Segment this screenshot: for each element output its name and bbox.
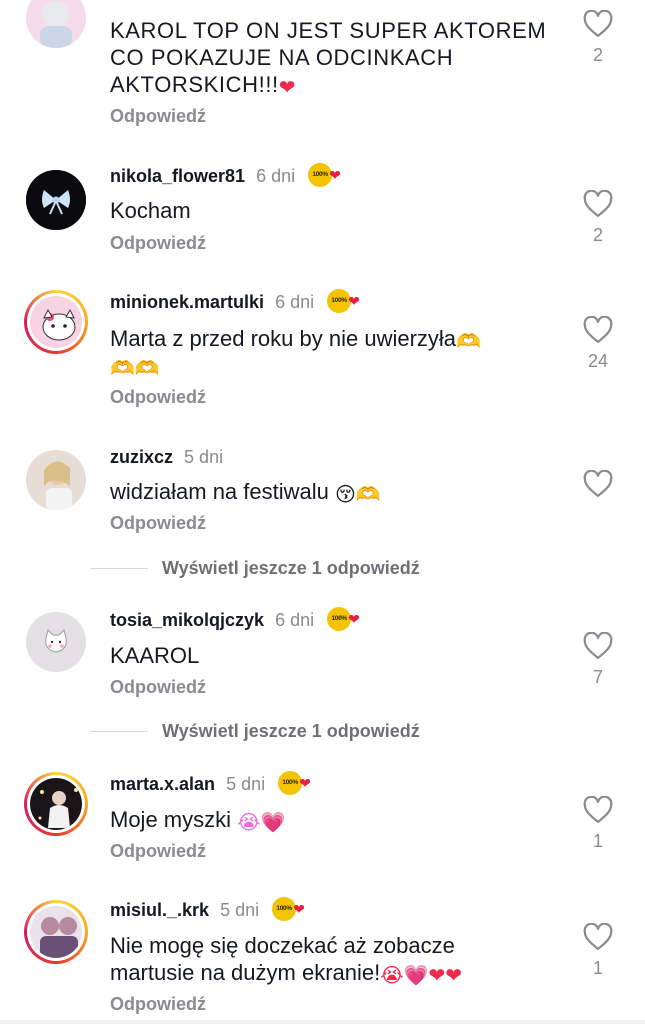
like-count: 1	[592, 831, 603, 851]
avatar[interactable]	[24, 772, 88, 836]
divider	[90, 731, 148, 732]
avatar[interactable]	[26, 450, 86, 510]
like-button[interactable]: 24	[578, 316, 618, 372]
comment-text: widziałam na festiwalu 😚🫶	[110, 479, 381, 506]
comment-meta	[110, 0, 116, 8]
comment-text: KAROL TOP ON JEST SUPER AKTOREM CO POKAZ…	[110, 18, 547, 99]
like-button[interactable]: 2	[578, 10, 618, 66]
bottom-edge	[0, 1020, 645, 1024]
timestamp: 6 dni	[275, 610, 315, 630]
avatar[interactable]	[26, 170, 86, 230]
reply-button[interactable]: Odpowiedź	[110, 233, 206, 254]
reply-button[interactable]: Odpowiedź	[110, 513, 206, 534]
kissing-emoji: 😚🫶	[335, 484, 381, 506]
heart-hands-emoji: 🫶	[456, 331, 481, 353]
timestamp: 6 dni	[256, 166, 296, 186]
heart-outline-icon	[583, 923, 613, 950]
timestamp: 5 dni	[226, 774, 266, 794]
top-fan-badge-icon: 100% ❤	[308, 163, 341, 188]
heart-outline-icon	[583, 632, 613, 659]
like-button[interactable]: 1	[578, 923, 618, 979]
crying-emoji: 😭💗	[237, 812, 286, 834]
like-button[interactable]: 1	[578, 796, 618, 852]
username[interactable]: nikola_flower81	[110, 166, 245, 186]
heart-outline-icon	[583, 10, 613, 37]
reply-button[interactable]: Odpowiedź	[110, 677, 206, 698]
reply-button[interactable]: Odpowiedź	[110, 106, 206, 127]
heart-outline-icon	[583, 316, 613, 343]
divider	[90, 568, 148, 569]
like-count: 7	[592, 667, 603, 687]
username[interactable]: misiul._.krk	[110, 900, 209, 920]
comment-text: Kocham	[110, 198, 191, 223]
timestamp: 5 dni	[220, 900, 260, 920]
view-more-replies[interactable]: Wyświetl jeszcze 1 odpowiedź	[90, 721, 490, 742]
comment-text: Marta z przed roku by nie uwierzyła🫶 🫶🫶	[110, 326, 481, 380]
heart-emoji: ❤	[278, 77, 297, 99]
heart-outline-icon	[583, 796, 613, 823]
comment-text: Nie mogę się doczekać aż zobacze martusi…	[110, 933, 463, 987]
top-fan-badge-icon: 100% ❤	[272, 897, 305, 922]
avatar[interactable]	[24, 290, 88, 354]
username[interactable]: minionek.martulki	[110, 292, 264, 312]
like-count: 24	[587, 351, 609, 371]
comment-meta: nikola_flower81 6 dni 100% ❤	[110, 163, 341, 189]
like-button[interactable]: 7	[578, 632, 618, 688]
timestamp: 6 dni	[275, 292, 315, 312]
comment-text: Moje myszki 😭💗	[110, 807, 286, 834]
heart-outline-icon	[583, 190, 613, 217]
like-button[interactable]: 2	[578, 190, 618, 246]
heart-outline-icon	[583, 470, 613, 497]
view-more-replies[interactable]: Wyświetl jeszcze 1 odpowiedź	[90, 558, 490, 579]
avatar[interactable]	[26, 612, 86, 672]
reply-button[interactable]: Odpowiedź	[110, 994, 206, 1015]
like-count: 2	[592, 225, 603, 245]
like-count: 1	[592, 958, 603, 978]
crying-hearts-emoji: 😭💗❤❤	[380, 965, 463, 987]
top-fan-badge-icon: 100% ❤	[327, 607, 360, 632]
username[interactable]: zuzixcz	[110, 447, 173, 467]
timestamp: 5 dni	[184, 447, 224, 467]
avatar[interactable]	[26, 0, 86, 48]
view-more-label[interactable]: Wyświetl jeszcze 1 odpowiedź	[162, 721, 420, 742]
comment-meta: zuzixcz 5 dni	[110, 446, 223, 468]
top-fan-badge-icon: 100% ❤	[278, 771, 311, 796]
comment-meta: minionek.martulki 6 dni 100% ❤	[110, 289, 360, 315]
view-more-label[interactable]: Wyświetl jeszcze 1 odpowiedź	[162, 558, 420, 579]
like-count: 2	[592, 45, 603, 65]
heart-hands-emoji: 🫶🫶	[110, 358, 160, 380]
username[interactable]: marta.x.alan	[110, 774, 215, 794]
comment-meta: misiul._.krk 5 dni 100% ❤	[110, 897, 305, 923]
top-fan-badge-icon: 100% ❤	[327, 289, 360, 314]
reply-button[interactable]: Odpowiedź	[110, 841, 206, 862]
username[interactable]: tosia_mikolqjczyk	[110, 610, 264, 630]
comment-text: KAAROL	[110, 643, 200, 668]
like-button[interactable]	[578, 470, 618, 505]
avatar[interactable]	[24, 900, 88, 964]
comment-meta: tosia_mikolqjczyk 6 dni 100% ❤	[110, 607, 360, 633]
comment-meta: marta.x.alan 5 dni 100% ❤	[110, 771, 311, 797]
reply-button[interactable]: Odpowiedź	[110, 387, 206, 408]
